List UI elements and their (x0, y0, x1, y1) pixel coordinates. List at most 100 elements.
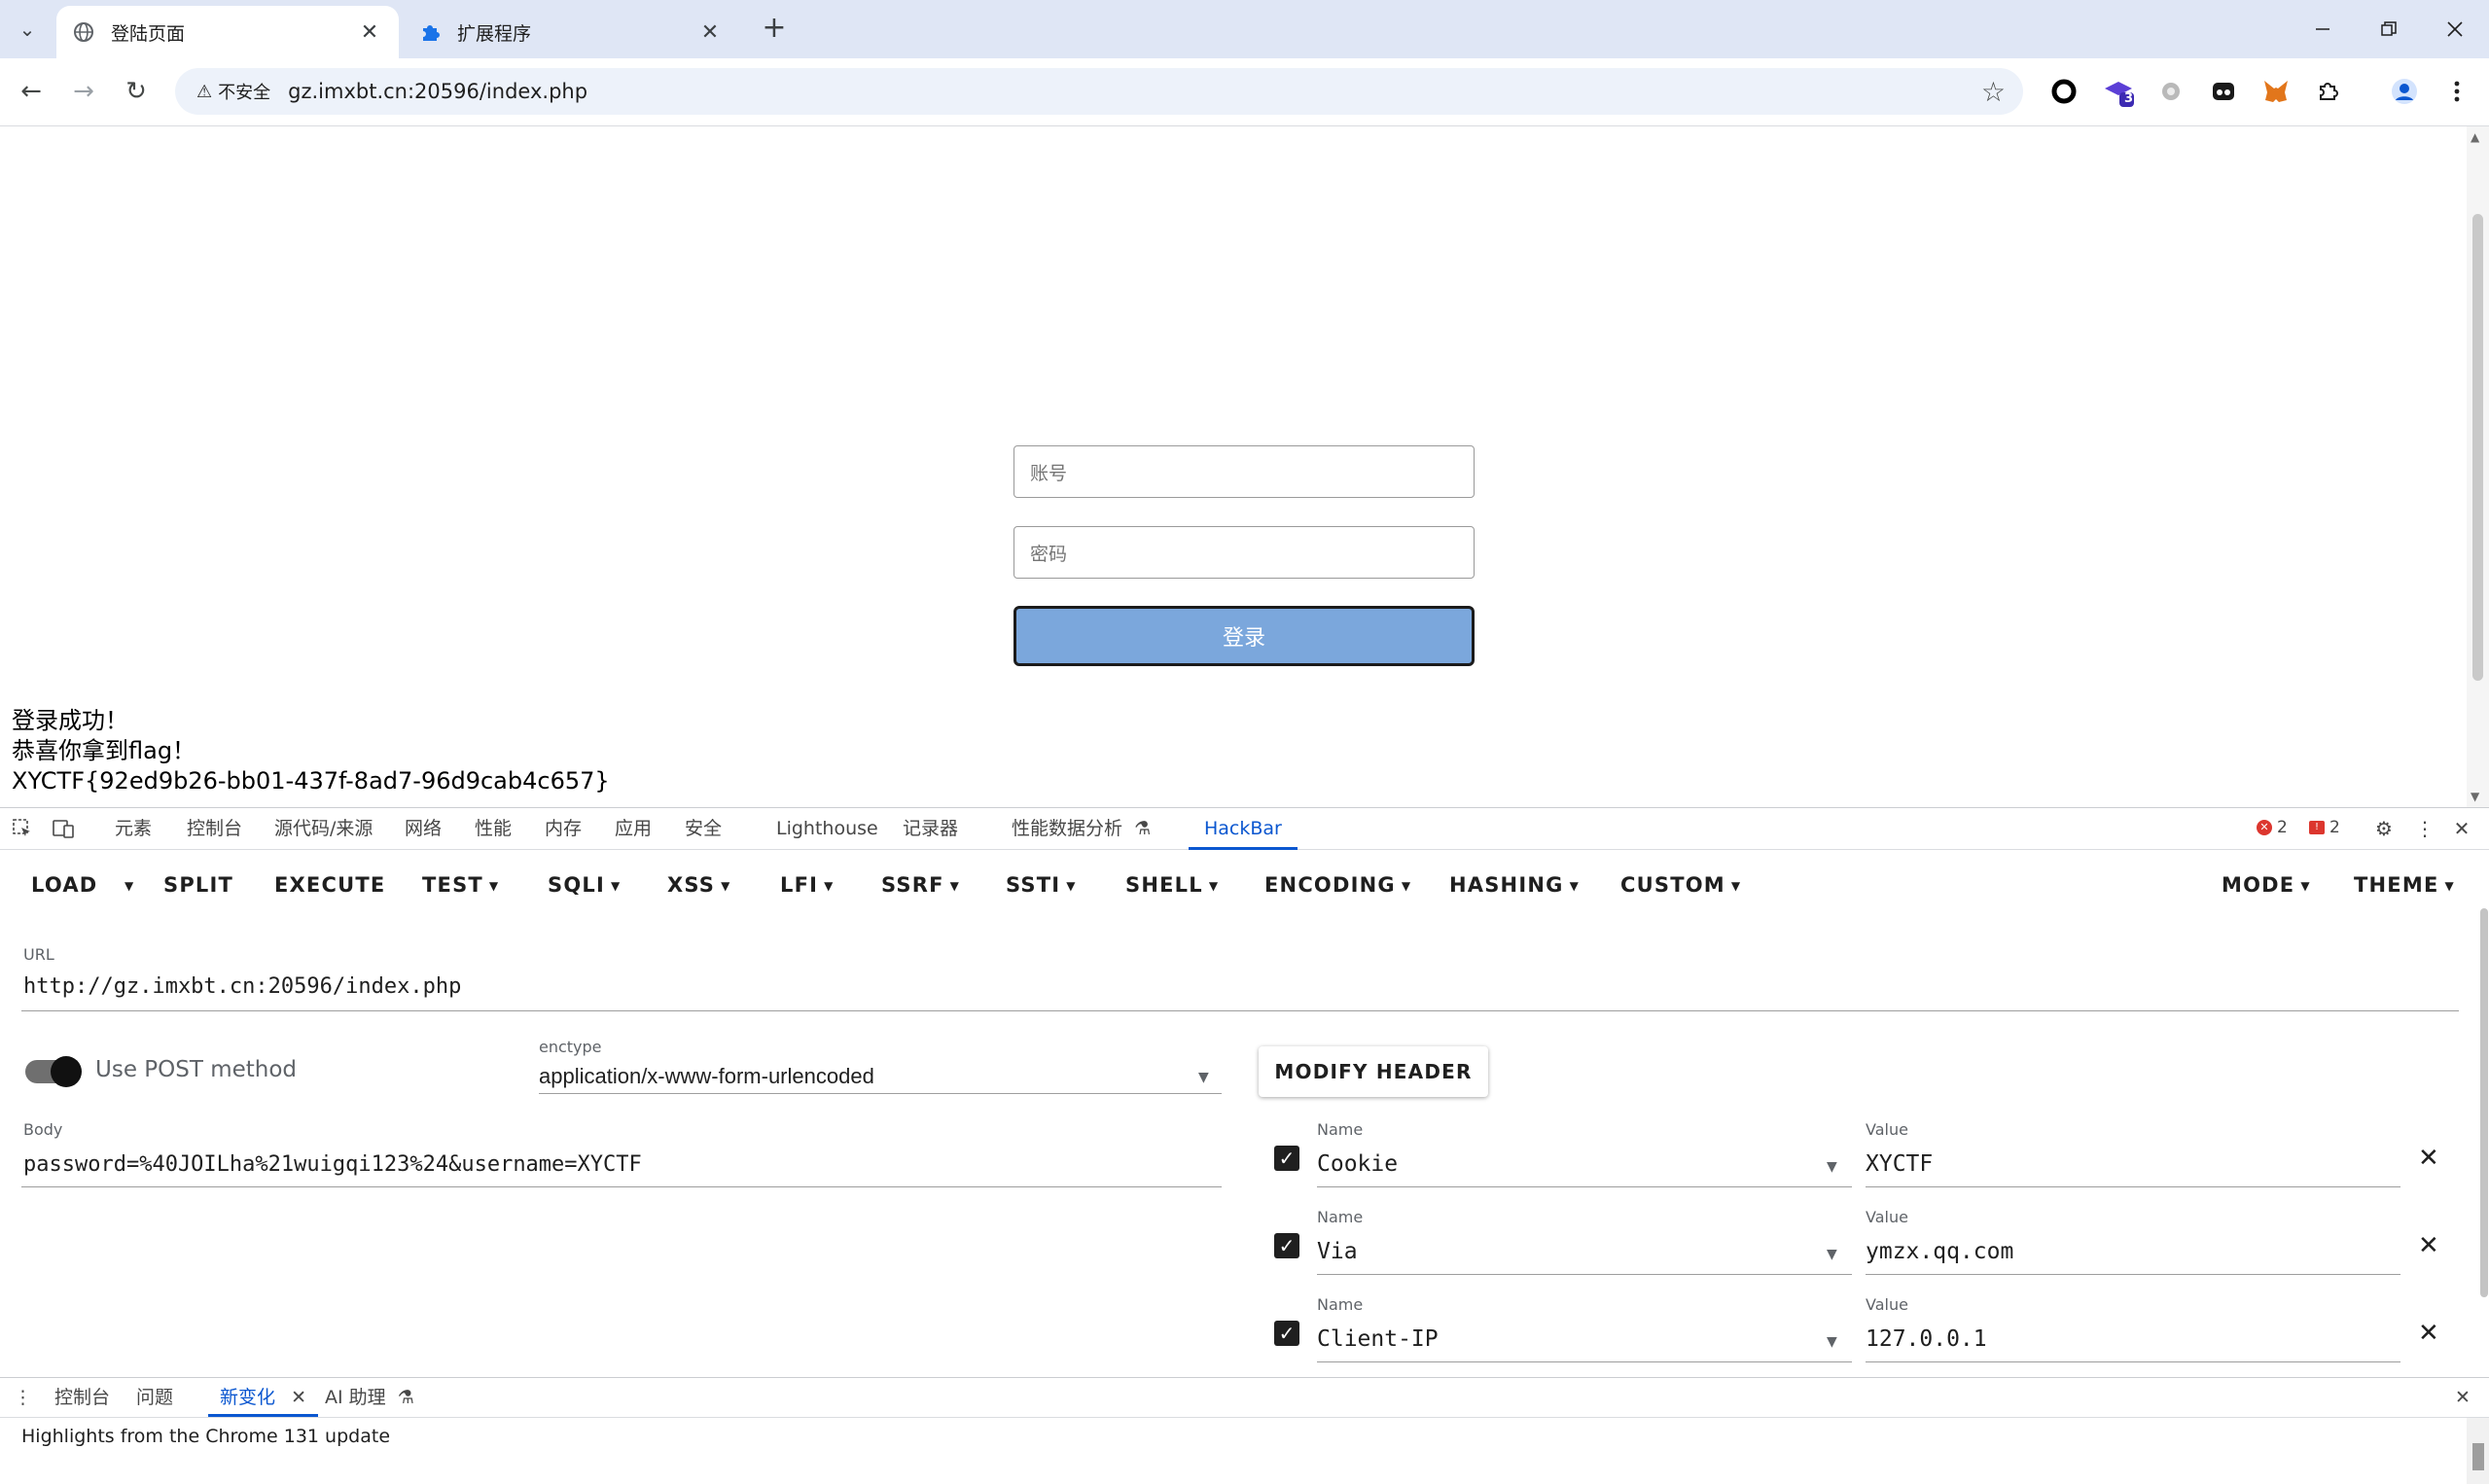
devtools-tab-memory[interactable]: 内存 (545, 808, 582, 850)
close-icon[interactable]: ✕ (291, 1387, 306, 1408)
extensions-puzzle-icon[interactable] (2311, 74, 2346, 109)
hackbar-body-input[interactable]: password=%40JOILha%21wuigqi123%24&userna… (23, 1152, 642, 1177)
address-bar[interactable]: ⚠ 不安全 gz.imxbt.cn:20596/index.php ☆ (175, 68, 2023, 115)
password-input[interactable]: 密码 (1013, 526, 1475, 579)
devtools-tab-sources[interactable]: 源代码/来源 (274, 808, 373, 850)
issue-count-badge[interactable]: ! 2 (2309, 818, 2340, 837)
device-toolbar-icon[interactable] (51, 816, 76, 841)
hackbar-encoding-menu[interactable]: ENCODING ▼ (1264, 850, 1411, 920)
drawer-menu-icon[interactable]: ⋮ (14, 1378, 32, 1417)
hackbar-load-button[interactable]: LOAD (31, 850, 97, 920)
url-text[interactable]: gz.imxbt.cn:20596/index.php (288, 80, 587, 103)
settings-gear-icon[interactable]: ⚙ (2371, 816, 2397, 841)
hackbar-hashing-menu[interactable]: HASHING ▼ (1449, 850, 1580, 920)
body-underline (21, 1186, 1222, 1187)
hackbar-split-button[interactable]: SPLIT (163, 850, 233, 920)
hackbar-url-input[interactable]: http://gz.imxbt.cn:20596/index.php (23, 974, 461, 999)
tab-extensions[interactable]: 扩展程序 ✕ (403, 6, 739, 58)
devtools-tab-hackbar[interactable]: HackBar (1189, 808, 1298, 850)
extension-gear-icon[interactable] (2153, 74, 2188, 109)
drawer-tab-console[interactable]: 控制台 (54, 1378, 110, 1417)
hackbar-ssrf-menu[interactable]: SSRF ▼ (881, 850, 960, 920)
hackbar-execute-button[interactable]: EXECUTE (274, 850, 385, 920)
hackbar-custom-menu[interactable]: CUSTOM ▼ (1620, 850, 1741, 920)
page-scrollbar[interactable]: ▲ ▼ (2467, 126, 2489, 807)
hackbar-load-dropdown[interactable]: ▼ (119, 850, 134, 920)
more-menu-icon[interactable] (2439, 74, 2474, 109)
post-toggle-knob[interactable] (51, 1056, 82, 1087)
bookmark-star-icon[interactable]: ☆ (1981, 76, 2006, 108)
header-value-via[interactable]: ymzx.qq.com (1866, 1239, 2013, 1264)
drawer-tab-whats-new[interactable]: 新变化 ✕ (208, 1378, 318, 1417)
scrollbar-thumb[interactable] (2480, 908, 2488, 1297)
inspect-element-icon[interactable] (10, 816, 35, 841)
account-input[interactable]: 账号 (1013, 445, 1475, 498)
caret-down-icon[interactable]: ▼ (1198, 1070, 1209, 1085)
drawer-scrollbar[interactable] (2467, 1418, 2489, 1484)
close-icon[interactable]: ✕ (696, 20, 724, 45)
devtools-tab-security[interactable]: 安全 (685, 808, 722, 850)
remove-header-icon[interactable]: ✕ (2418, 1231, 2439, 1260)
devtools-tab-lighthouse[interactable]: Lighthouse (776, 808, 878, 850)
modify-header-button[interactable]: MODIFY HEADER (1259, 1046, 1488, 1097)
caret-down-icon: ▼ (824, 879, 835, 893)
new-tab-button[interactable]: + (757, 12, 792, 47)
devtools-more-icon[interactable]: ⋮ (2412, 816, 2437, 841)
devtools-tab-performance-insights[interactable]: 性能数据分析 ⚗ (1012, 808, 1151, 850)
devtools-tab-recorder[interactable]: 记录器 (903, 808, 958, 850)
devtools-tab-elements[interactable]: 元素 (115, 808, 152, 850)
close-icon[interactable]: ✕ (356, 20, 383, 45)
caret-down-icon[interactable]: ▼ (1827, 1247, 1837, 1262)
header-checkbox-client-ip[interactable]: ✓ (1274, 1321, 1299, 1346)
close-devtools-icon[interactable]: ✕ (2449, 816, 2474, 841)
header-value-client-ip[interactable]: 127.0.0.1 (1866, 1326, 1987, 1352)
profile-avatar-icon[interactable] (2387, 74, 2422, 109)
header-value-cookie[interactable]: XYCTF (1866, 1151, 1933, 1177)
header-checkbox-cookie[interactable]: ✓ (1274, 1146, 1299, 1171)
hackbar-shell-menu[interactable]: SHELL ▼ (1125, 850, 1219, 920)
tab-login-page[interactable]: 登陆页面 ✕ (56, 6, 399, 58)
error-count-badge[interactable]: ✕ 2 (2257, 818, 2288, 837)
remove-header-icon[interactable]: ✕ (2418, 1144, 2439, 1173)
hackbar-theme-menu[interactable]: THEME ▼ (2354, 850, 2455, 920)
forward-button[interactable]: → (64, 72, 103, 111)
drawer-tab-ai-assistant[interactable]: AI 助理 ⚗ (325, 1378, 414, 1417)
reload-button[interactable]: ↻ (117, 72, 156, 111)
login-button[interactable]: 登录 (1013, 606, 1475, 666)
hackbar-mode-menu[interactable]: MODE ▼ (2222, 850, 2311, 920)
scrollbar-thumb[interactable] (2472, 1443, 2484, 1470)
devtools-tab-application[interactable]: 应用 (615, 808, 652, 850)
header-name-via[interactable]: Via (1317, 1239, 1358, 1264)
extension-hat-icon[interactable]: 3 (2101, 74, 2136, 109)
header-checkbox-via[interactable]: ✓ (1274, 1233, 1299, 1258)
close-window-button[interactable] (2422, 0, 2488, 58)
tab-search-button[interactable]: ⌄ (8, 10, 47, 49)
restore-button[interactable] (2356, 0, 2422, 58)
scroll-down-icon[interactable]: ▼ (2471, 790, 2479, 803)
hackbar-scrollbar[interactable] (2478, 850, 2489, 1375)
hackbar-test-menu[interactable]: TEST ▼ (422, 850, 499, 920)
remove-header-icon[interactable]: ✕ (2418, 1319, 2439, 1348)
header-name-client-ip[interactable]: Client-IP (1317, 1326, 1439, 1352)
extension-ring-icon[interactable] (2046, 74, 2081, 109)
scroll-up-icon[interactable]: ▲ (2471, 130, 2479, 144)
caret-down-icon[interactable]: ▼ (1827, 1159, 1837, 1175)
hackbar-ssti-menu[interactable]: SSTI ▼ (1006, 850, 1077, 920)
caret-down-icon[interactable]: ▼ (1827, 1334, 1837, 1350)
security-chip[interactable]: ⚠ 不安全 (187, 74, 280, 109)
minimize-button[interactable] (2290, 0, 2356, 58)
devtools-tab-network[interactable]: 网络 (405, 808, 442, 850)
devtools-tab-performance[interactable]: 性能 (475, 808, 512, 850)
hackbar-lfi-menu[interactable]: LFI ▼ (780, 850, 835, 920)
drawer-tab-issues[interactable]: 问题 (136, 1378, 173, 1417)
close-drawer-icon[interactable]: ✕ (2455, 1378, 2471, 1417)
hackbar-xss-menu[interactable]: XSS ▼ (667, 850, 731, 920)
enctype-select[interactable]: application/x-www-form-urlencoded (539, 1064, 874, 1089)
scrollbar-thumb[interactable] (2472, 214, 2483, 681)
back-button[interactable]: ← (12, 72, 51, 111)
extension-glasses-icon[interactable] (2206, 74, 2241, 109)
devtools-tab-console[interactable]: 控制台 (187, 808, 242, 850)
header-name-cookie[interactable]: Cookie (1317, 1151, 1398, 1177)
metamask-fox-icon[interactable] (2258, 74, 2293, 109)
hackbar-sqli-menu[interactable]: SQLI ▼ (548, 850, 621, 920)
